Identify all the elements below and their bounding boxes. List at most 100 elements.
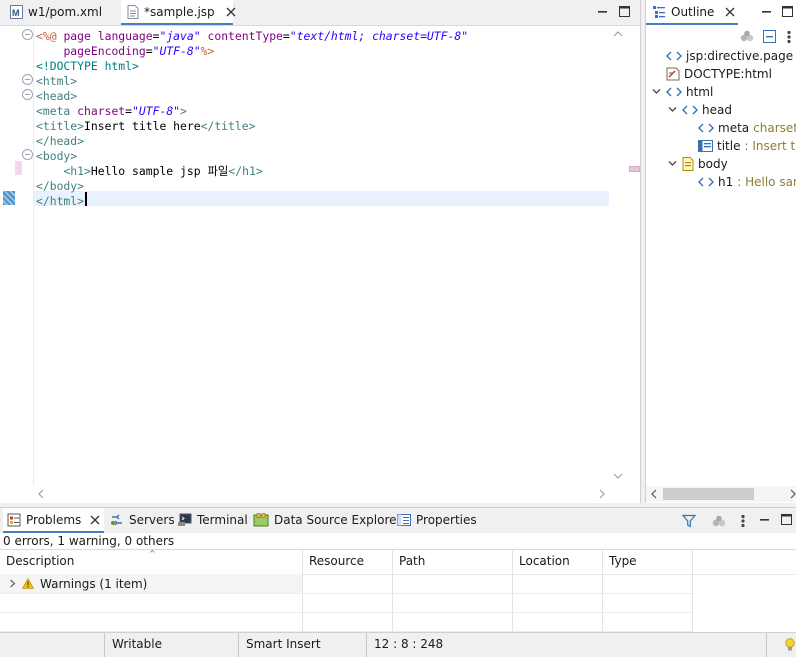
row-divider <box>0 612 692 613</box>
column-header-description[interactable]: Description <box>0 550 303 572</box>
tab-properties[interactable]: Properties <box>393 508 481 532</box>
code-token: contentType <box>207 29 283 43</box>
code-area[interactable]: <%@ page language="java" contentType="te… <box>36 26 608 486</box>
expand-chevron-icon[interactable] <box>668 159 678 170</box>
group-icon[interactable] <box>712 515 726 528</box>
view-menu-icon[interactable] <box>786 30 792 44</box>
row-divider <box>0 593 692 594</box>
code-line[interactable]: <meta charset="UTF-8"> <box>36 104 608 119</box>
outline-item-html[interactable]: html <box>652 83 713 101</box>
status-bar: Writable Smart Insert 12 : 8 : 248 <box>0 632 796 657</box>
tab-pom-xml[interactable]: M w1/pom.xml <box>4 0 108 24</box>
column-header-path[interactable]: Path <box>393 550 513 572</box>
fold-toggle-icon[interactable]: − <box>22 149 33 160</box>
code-line[interactable]: <body> <box>36 149 608 164</box>
row-description: Warnings (1 item) <box>40 576 148 591</box>
close-icon[interactable] <box>90 515 100 525</box>
column-divider <box>692 549 693 632</box>
filter-icon[interactable] <box>682 514 696 528</box>
outline-item-doctype-html[interactable]: DOCTYPE:html <box>652 65 772 83</box>
outline-item-jsp-directive-page[interactable]: jsp:directive.pagelar <box>652 47 796 65</box>
close-icon[interactable] <box>226 7 236 17</box>
element-icon <box>698 123 714 133</box>
code-line[interactable]: <html> <box>36 74 608 89</box>
code-token: page <box>63 29 98 43</box>
code-token: language <box>97 29 153 43</box>
close-icon[interactable] <box>725 7 735 17</box>
code-token: %> <box>200 44 215 58</box>
minimize-icon[interactable] <box>759 514 770 525</box>
tab-terminal[interactable]: Terminal <box>173 508 252 532</box>
code-line[interactable]: <%@ page language="java" contentType="te… <box>36 29 608 44</box>
column-header-resource[interactable]: Resource <box>303 550 393 572</box>
fold-toggle-icon[interactable]: − <box>22 74 33 85</box>
outline-item-h1[interactable]: h1: Hello sam <box>684 173 796 191</box>
maximize-icon[interactable] <box>781 514 792 525</box>
tab-servers[interactable]: Servers <box>106 508 179 532</box>
code-line[interactable]: </head> <box>36 134 608 149</box>
overview-warning-mark[interactable] <box>629 166 640 172</box>
code-line[interactable]: <title>Insert title here</title> <box>36 119 608 134</box>
minimize-icon[interactable] <box>597 6 608 17</box>
scroll-left-icon[interactable] <box>650 489 658 499</box>
outline-item-label: h1 <box>718 175 734 189</box>
table-row[interactable]: Warnings (1 item) <box>0 574 302 593</box>
column-header-location[interactable]: Location <box>513 550 603 572</box>
maximize-icon[interactable] <box>782 6 793 17</box>
tab-problems[interactable]: Problems <box>3 508 105 533</box>
scroll-right-icon[interactable] <box>789 489 796 499</box>
bottom-tab-bar: Problems Servers Terminal Data Source Explo… <box>0 508 796 533</box>
expand-chevron-icon[interactable] <box>9 579 16 588</box>
tab-label: Problems <box>26 512 82 527</box>
code-line[interactable]: </body> <box>36 179 608 194</box>
collapse-all-icon[interactable] <box>763 30 776 43</box>
horizontal-scrollbar[interactable] <box>33 486 609 502</box>
tab-sample-jsp[interactable]: *sample.jsp <box>121 0 236 25</box>
title-tag-icon <box>698 140 713 152</box>
outline-title: Outline <box>671 4 715 19</box>
scroll-left-icon[interactable] <box>37 489 45 499</box>
expand-chevron-icon[interactable] <box>668 105 678 116</box>
code-line[interactable]: </html> <box>36 194 608 209</box>
svg-text:M: M <box>12 8 20 18</box>
scroll-down-icon[interactable] <box>613 472 623 480</box>
expand-chevron-icon[interactable] <box>652 87 662 98</box>
code-token: <head> <box>36 89 78 103</box>
status-insert-mode[interactable]: Smart Insert <box>246 637 321 651</box>
outline-item-body[interactable]: body <box>668 155 728 173</box>
view-menu-icon[interactable] <box>740 514 746 528</box>
filter-nodes-icon[interactable] <box>740 30 754 43</box>
text-cursor <box>85 192 87 206</box>
fold-toggle-icon[interactable]: − <box>22 29 33 40</box>
tab-outline[interactable]: Outline <box>646 0 738 25</box>
scrollbar-thumb[interactable] <box>663 488 754 500</box>
code-token: <meta <box>36 104 78 118</box>
status-cursor-position[interactable]: 12 : 8 : 248 <box>374 637 443 651</box>
code-token: </h1> <box>228 164 263 178</box>
code-line[interactable]: <head> <box>36 89 608 104</box>
outline-item-meta[interactable]: metacharset= <box>684 119 796 137</box>
code-token: > <box>180 104 187 118</box>
code-token: <%@ <box>36 29 64 43</box>
scroll-right-icon[interactable] <box>598 489 606 499</box>
scroll-up-icon[interactable] <box>613 30 623 38</box>
outline-item-title[interactable]: title: Insert titl <box>684 137 796 155</box>
tab-data-source-explorer[interactable]: Data Source Explorer <box>249 508 405 532</box>
fold-toggle-icon[interactable]: − <box>22 89 33 100</box>
tab-label: *sample.jsp <box>144 4 215 19</box>
column-header-type[interactable]: Type <box>603 550 693 572</box>
overview-ruler[interactable] <box>626 26 639 486</box>
code-line[interactable]: pageEncoding="UTF-8"%> <box>36 44 608 59</box>
maximize-icon[interactable] <box>619 6 630 17</box>
warning-icon <box>22 578 34 589</box>
element-icon <box>682 105 698 115</box>
outline-item-head[interactable]: head <box>668 101 732 119</box>
minimize-icon[interactable] <box>761 6 772 17</box>
column-divider <box>602 549 603 632</box>
code-token: = <box>282 29 290 43</box>
outline-horizontal-scrollbar[interactable] <box>646 486 796 502</box>
lightbulb-icon[interactable] <box>785 638 795 652</box>
code-line[interactable]: <h1>Hello sample jsp 파일</h1> <box>36 164 608 179</box>
code-line[interactable]: <!DOCTYPE html> <box>36 59 608 74</box>
